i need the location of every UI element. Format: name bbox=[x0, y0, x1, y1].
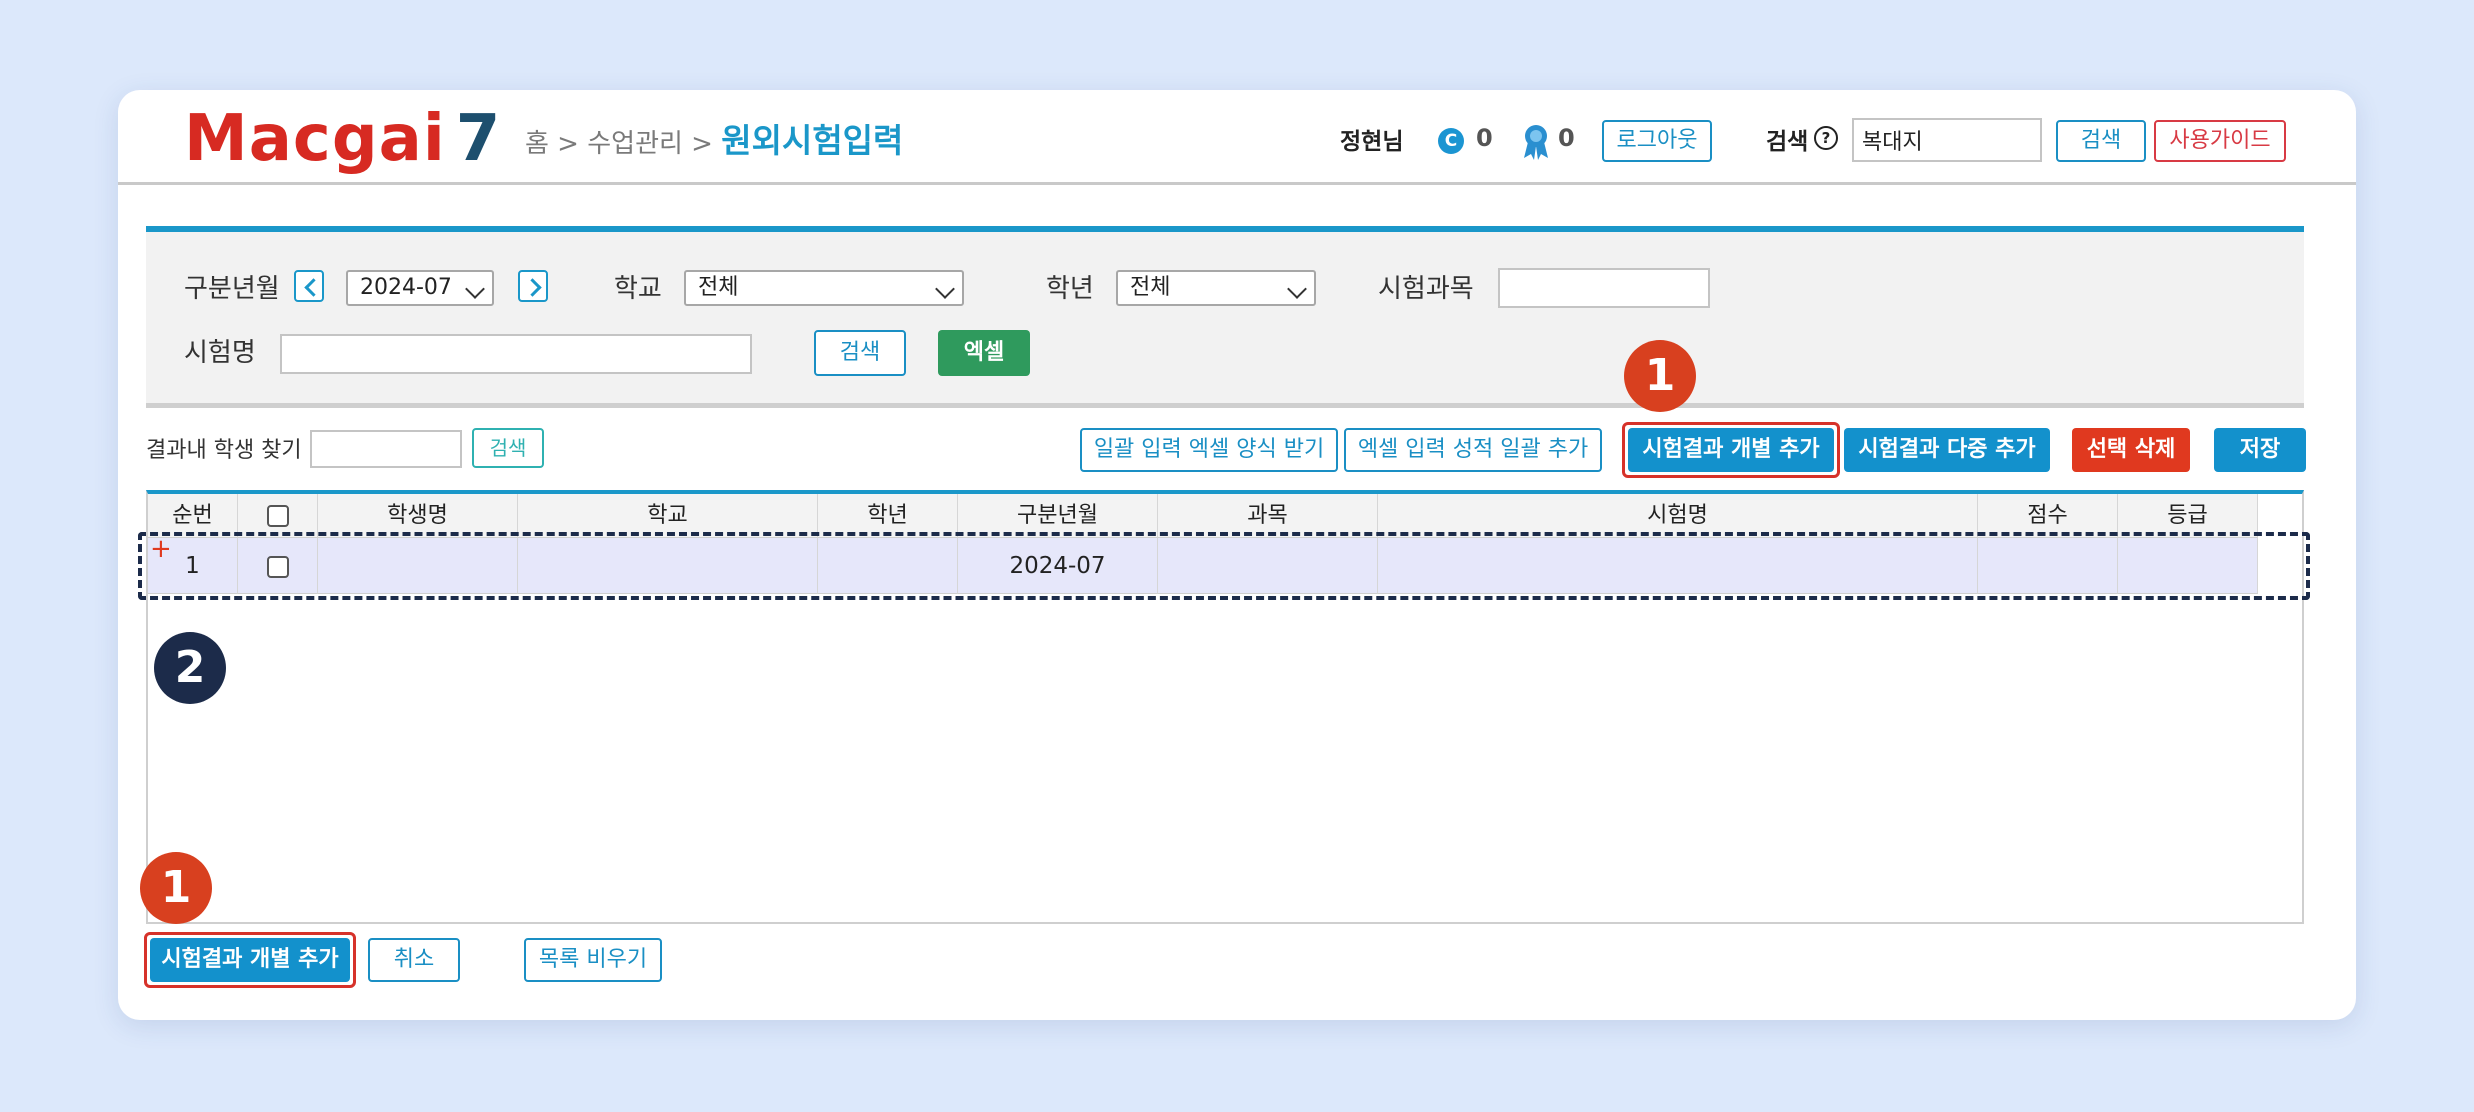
subject-label: 시험과목 bbox=[1378, 274, 1474, 304]
find-in-results-input[interactable] bbox=[310, 430, 462, 468]
delete-selected-button[interactable]: 선택 삭제 bbox=[2072, 428, 2190, 472]
coin-count: 0 bbox=[1476, 124, 1493, 152]
step-1-badge: 1 bbox=[1624, 340, 1696, 412]
exam-name-input[interactable] bbox=[280, 334, 752, 374]
next-month-button[interactable] bbox=[518, 270, 548, 302]
grade-label: 학년 bbox=[1046, 274, 1094, 304]
page-title: 원외시험입력 bbox=[721, 121, 904, 160]
excel-button[interactable]: 엑셀 bbox=[938, 330, 1030, 376]
find-in-results-button[interactable]: 검색 bbox=[472, 428, 544, 468]
logout-button[interactable]: 로그아웃 bbox=[1602, 120, 1712, 162]
user-name: 정현님 bbox=[1340, 129, 1404, 155]
breadcrumb-path: 홈 > 수업관리 > bbox=[525, 129, 722, 159]
step-2-badge: 2 bbox=[154, 632, 226, 704]
period-select-value: 2024-07 bbox=[360, 275, 452, 300]
help-icon[interactable]: ? bbox=[1814, 126, 1838, 150]
chevron-down-icon bbox=[935, 279, 955, 299]
prev-month-button[interactable] bbox=[294, 270, 324, 302]
period-label: 구분년월 bbox=[184, 274, 280, 304]
main-card: Macgai 7 홈 > 수업관리 > 원외시험입력 정현님 C 0 0 로그아웃… bbox=[118, 90, 2356, 1020]
find-in-results-label: 결과내 학생 찾기 bbox=[146, 438, 302, 463]
add-multiple-results-button[interactable]: 시험결과 다중 추가 bbox=[1844, 428, 2050, 472]
filter-panel bbox=[146, 226, 2304, 408]
user-guide-button[interactable]: 사용가이드 bbox=[2154, 120, 2286, 162]
chevron-down-icon bbox=[465, 279, 485, 299]
school-select[interactable]: 전체 bbox=[684, 270, 964, 306]
subject-input[interactable] bbox=[1498, 268, 1710, 308]
coin-icon: C bbox=[1438, 128, 1464, 154]
clear-list-button[interactable]: 목록 비우기 bbox=[524, 938, 662, 982]
chevron-left-icon bbox=[304, 278, 323, 297]
header-search-label: 검색 bbox=[1766, 129, 1809, 155]
filter-search-button[interactable]: 검색 bbox=[814, 330, 906, 376]
header-search-input[interactable] bbox=[1852, 118, 2042, 162]
chevron-down-icon bbox=[1287, 279, 1307, 299]
row-annotation-outline bbox=[138, 532, 2310, 600]
school-label: 학교 bbox=[614, 274, 662, 304]
cancel-button[interactable]: 취소 bbox=[368, 938, 460, 982]
step-1-badge: 1 bbox=[140, 852, 212, 924]
logo-number: 7 bbox=[455, 102, 502, 176]
download-excel-template-button[interactable]: 일괄 입력 엑셀 양식 받기 bbox=[1080, 428, 1338, 472]
exam-name-label: 시험명 bbox=[184, 338, 256, 368]
grade-select-value: 전체 bbox=[1130, 275, 1171, 300]
save-button[interactable]: 저장 bbox=[2214, 428, 2306, 472]
add-single-result-button[interactable]: 시험결과 개별 추가 bbox=[1628, 428, 1834, 472]
chevron-right-icon bbox=[523, 278, 542, 297]
ribbon-badge-icon bbox=[1522, 124, 1550, 160]
logo-text: Macgai bbox=[184, 102, 446, 176]
badge-count: 0 bbox=[1558, 124, 1575, 152]
school-select-value: 전체 bbox=[698, 275, 739, 300]
header-divider bbox=[118, 182, 2356, 185]
period-select[interactable]: 2024-07 bbox=[346, 270, 494, 306]
breadcrumb: 홈 > 수업관리 > 원외시험입력 bbox=[525, 120, 903, 163]
select-all-checkbox[interactable] bbox=[266, 505, 289, 527]
bottom-add-single-result-button[interactable]: 시험결과 개별 추가 bbox=[150, 938, 350, 982]
logo[interactable]: Macgai 7 bbox=[184, 98, 501, 181]
grade-select[interactable]: 전체 bbox=[1116, 270, 1316, 306]
excel-bulk-add-button[interactable]: 엑셀 입력 성적 일괄 추가 bbox=[1344, 428, 1602, 472]
header-search-button[interactable]: 검색 bbox=[2056, 120, 2146, 162]
